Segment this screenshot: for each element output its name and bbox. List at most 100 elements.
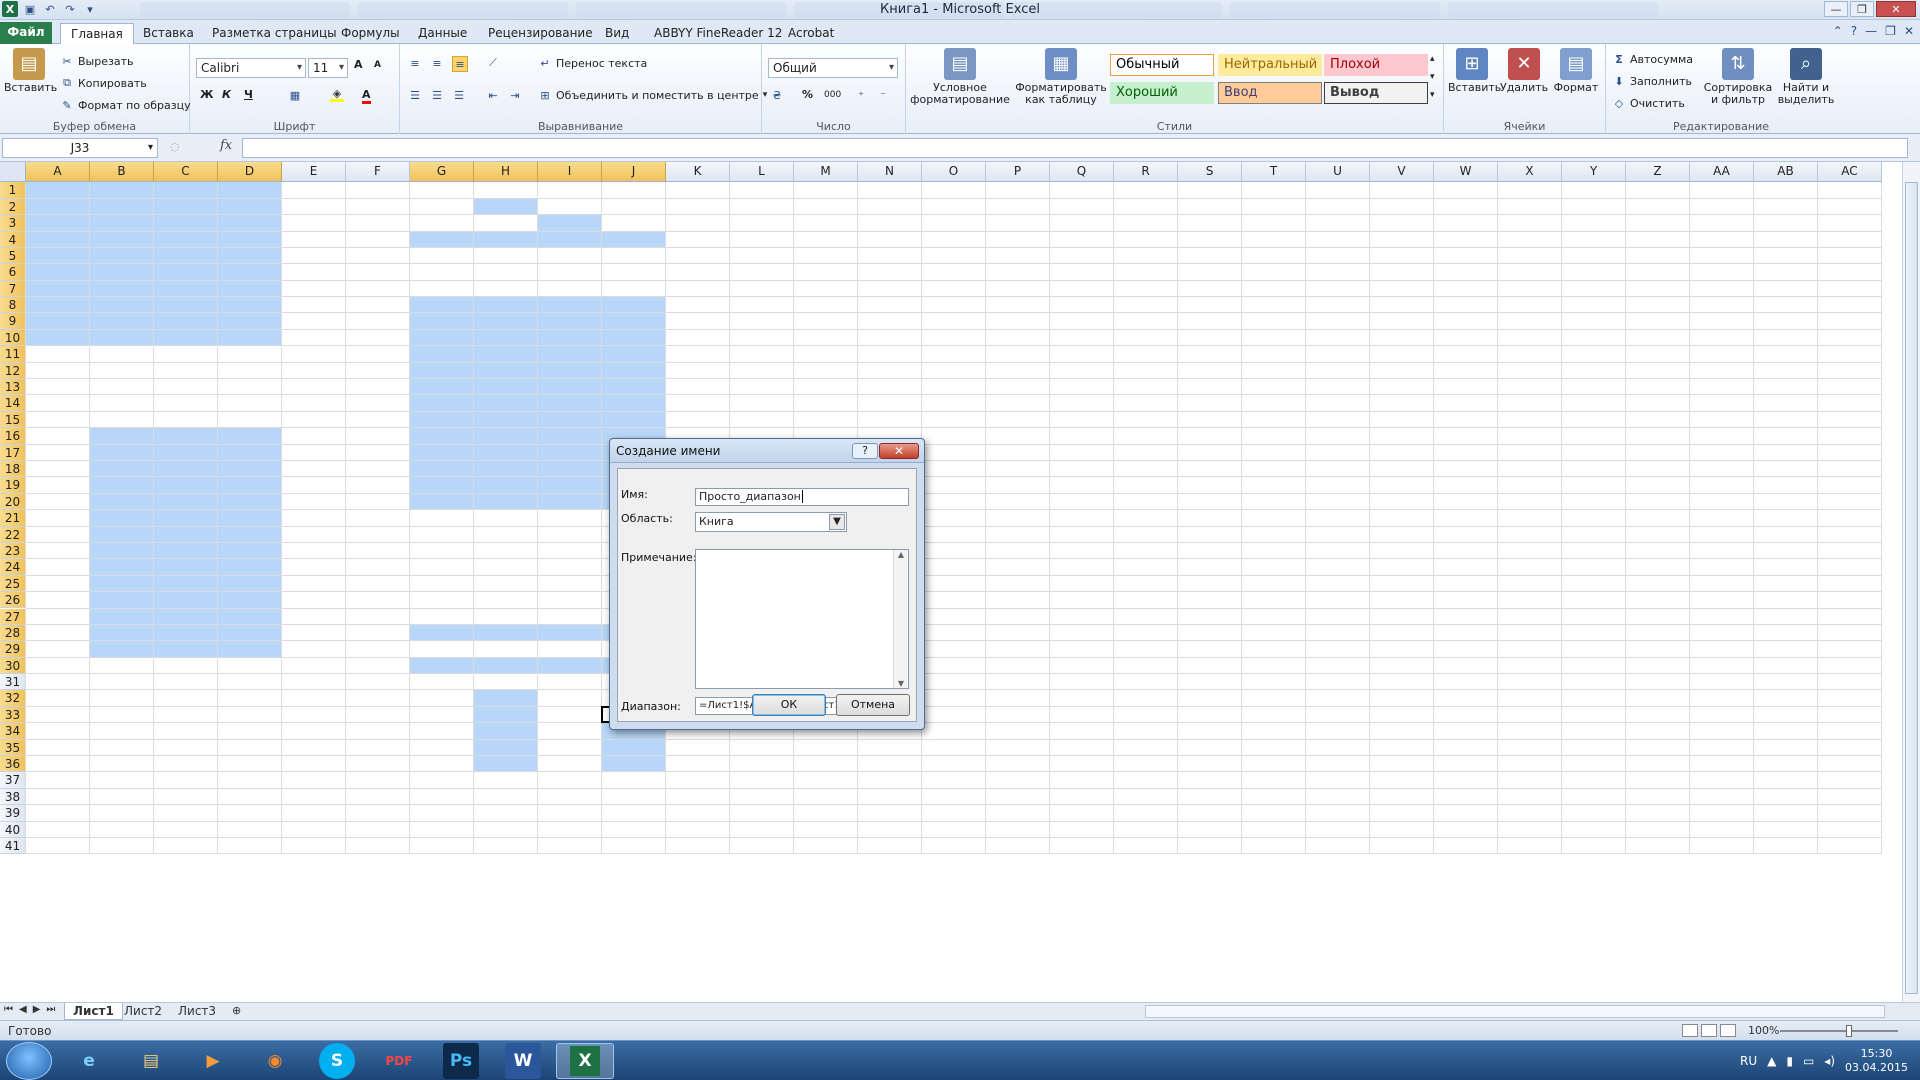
ribbon-collapse-icon[interactable]: ⌃ <box>1833 24 1843 38</box>
dialog-close-button[interactable]: ✕ <box>879 443 919 459</box>
row-header[interactable]: 25 <box>0 575 26 593</box>
row-header[interactable]: 7 <box>0 280 26 298</box>
row-header[interactable]: 24 <box>0 559 26 576</box>
row-header[interactable]: 37 <box>0 772 26 789</box>
insert-sheet-icon[interactable]: ⊕ <box>224 1003 249 1020</box>
font-size-combo[interactable]: 11 <box>308 58 348 78</box>
column-header[interactable]: S <box>1178 162 1242 182</box>
cut-button[interactable]: ✂ Вырезать <box>60 54 133 68</box>
row-header[interactable]: 22 <box>0 526 26 543</box>
row-header[interactable]: 23 <box>0 542 26 560</box>
row-header[interactable]: 36 <box>0 756 26 773</box>
column-header[interactable]: M <box>794 162 858 182</box>
column-header[interactable]: G <box>410 162 474 182</box>
clock[interactable]: 15:30 03.04.2015 <box>1845 1047 1908 1075</box>
name-box[interactable]: J33 <box>2 138 158 158</box>
first-sheet-icon[interactable]: ⏮ <box>4 1004 13 1015</box>
photoshop-icon[interactable]: Ps <box>443 1043 479 1079</box>
currency-button[interactable]: ₴ <box>770 88 784 102</box>
insert-cells-button[interactable]: ⊞ Вставить <box>1448 48 1501 94</box>
column-header[interactable]: X <box>1498 162 1562 182</box>
doc-close-icon[interactable]: ✕ <box>1904 24 1914 38</box>
tab-abbyy[interactable]: ABBYY FineReader 12 <box>644 23 792 44</box>
row-header[interactable]: 14 <box>0 395 26 412</box>
horizontal-scrollbar[interactable] <box>1145 1005 1885 1018</box>
last-sheet-icon[interactable]: ⏭ <box>46 1004 55 1015</box>
merge-center-button[interactable]: ⊞ Объединить и поместить в центре ▾ <box>538 88 767 102</box>
power-icon[interactable]: ▭ <box>1803 1054 1814 1068</box>
doc-restore-icon[interactable]: ❐ <box>1885 24 1896 38</box>
page-layout-view-button[interactable] <box>1701 1024 1717 1037</box>
style-normal[interactable]: Обычный <box>1110 54 1214 76</box>
row-header[interactable]: 6 <box>0 264 26 281</box>
tray-arrow-icon[interactable]: ▲ <box>1767 1054 1776 1068</box>
media-player-icon[interactable]: ▶ <box>184 1043 242 1079</box>
spreadsheet-grid[interactable]: A B C D E F G H I J K L M N O P Q R S T U V W X Y Z AA AB AC 1234567… <box>0 162 1902 1002</box>
network-icon[interactable]: ▮ <box>1786 1054 1793 1068</box>
row-header[interactable]: 1 <box>0 182 26 199</box>
zoom-slider-knob[interactable] <box>1846 1025 1852 1037</box>
row-header[interactable]: 17 <box>0 444 26 461</box>
selected-range[interactable] <box>474 690 538 773</box>
row-header[interactable]: 10 <box>0 329 26 347</box>
tab-review[interactable]: Рецензирование <box>478 23 603 44</box>
bold-button[interactable]: Ж <box>200 88 213 101</box>
selected-range[interactable] <box>26 182 282 347</box>
italic-button[interactable]: К <box>222 88 231 101</box>
column-header[interactable]: C <box>154 162 218 182</box>
borders-button[interactable]: ▦ <box>288 88 302 102</box>
align-bottom-button[interactable]: ≡ <box>452 56 468 72</box>
tab-file[interactable]: Файл <box>0 22 52 44</box>
style-bad[interactable]: Плохой <box>1324 54 1428 76</box>
sheet-tab-2[interactable]: Лист2 <box>116 1003 170 1020</box>
column-header[interactable]: N <box>858 162 922 182</box>
copy-button[interactable]: ⧉ Копировать <box>60 76 147 90</box>
styles-more-button[interactable]: ▴ ▾ ▾ <box>1430 54 1435 100</box>
row-header[interactable]: 21 <box>0 510 26 527</box>
tab-acrobat[interactable]: Acrobat <box>778 23 844 44</box>
row-header[interactable]: 34 <box>0 723 26 740</box>
fill-color-button[interactable]: ◈ <box>330 87 344 102</box>
column-header[interactable]: R <box>1114 162 1178 182</box>
page-break-view-button[interactable] <box>1720 1024 1736 1037</box>
autosum-button[interactable]: Σ Автосумма <box>1612 52 1693 66</box>
column-header[interactable]: AA <box>1690 162 1754 182</box>
sheet-tab-3[interactable]: Лист3 <box>170 1003 224 1020</box>
close-window-button[interactable]: ✕ <box>1876 1 1916 17</box>
row-header[interactable]: 2 <box>0 198 26 216</box>
orientation-button[interactable]: ⟋ <box>486 56 500 70</box>
ie-icon[interactable]: e <box>60 1043 118 1079</box>
format-painter-button[interactable]: ✎ Формат по образцу <box>60 98 190 112</box>
column-header[interactable]: H <box>474 162 538 182</box>
row-header[interactable]: 40 <box>0 821 26 838</box>
row-header[interactable]: 16 <box>0 428 26 445</box>
next-sheet-icon[interactable]: ▶ <box>33 1004 41 1015</box>
normal-view-button[interactable] <box>1682 1024 1698 1037</box>
tab-formulas[interactable]: Формулы <box>331 23 410 44</box>
decrease-indent-button[interactable]: ⇤ <box>486 88 500 102</box>
firefox-icon[interactable]: ◉ <box>246 1043 304 1079</box>
percent-button[interactable]: % <box>802 88 813 101</box>
style-good[interactable]: Хороший <box>1110 82 1214 104</box>
zoom-level[interactable]: 100% <box>1748 1024 1779 1037</box>
row-header[interactable]: 15 <box>0 411 26 429</box>
row-header[interactable]: 29 <box>0 641 26 658</box>
number-format-combo[interactable]: Общий <box>768 58 898 78</box>
help-icon[interactable]: ? <box>1851 24 1857 38</box>
comment-textarea[interactable]: ▲ ▼ <box>695 549 909 689</box>
minimize-button[interactable]: — <box>1824 1 1848 17</box>
row-header[interactable]: 5 <box>0 247 26 265</box>
scope-dropdown-icon[interactable]: ▼ <box>829 514 845 530</box>
column-header[interactable]: F <box>346 162 410 182</box>
column-header[interactable]: AC <box>1818 162 1882 182</box>
underline-button[interactable]: Ч <box>244 88 253 101</box>
wrap-text-button[interactable]: ↵ Перенос текста <box>538 56 647 70</box>
word-icon[interactable]: W <box>505 1043 541 1079</box>
font-color-button[interactable]: A <box>362 88 371 104</box>
grow-font-button[interactable]: A <box>354 58 363 71</box>
align-right-button[interactable]: ☰ <box>452 88 466 102</box>
row-header[interactable]: 28 <box>0 624 26 642</box>
row-header[interactable]: 8 <box>0 297 26 314</box>
shrink-font-button[interactable]: A <box>374 60 381 70</box>
doc-minimize-icon[interactable]: — <box>1865 24 1877 38</box>
